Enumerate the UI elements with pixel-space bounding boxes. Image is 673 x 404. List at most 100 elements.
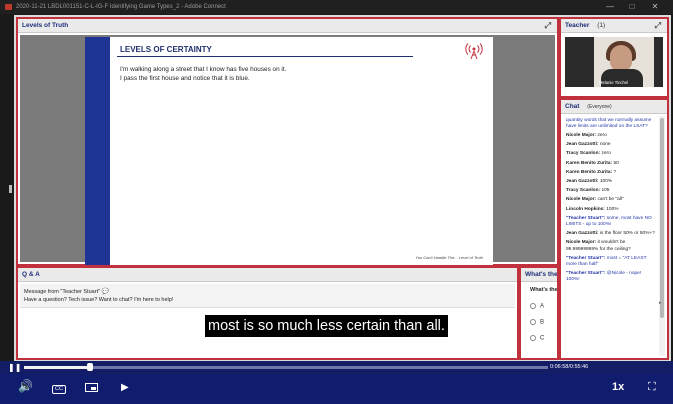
fullscreen-pod-icon[interactable]: ⤢ (545, 22, 551, 30)
poll-question: What's the (530, 287, 558, 293)
chat-pod-header: Chat (Everyone) (561, 100, 667, 114)
chat-message: Jean Gazzotti: is the floor 50% or 50%+? (563, 230, 658, 239)
scroll-arrow-icon[interactable]: ▸ (659, 300, 662, 306)
chat-author: Karen Benito Zurita: (566, 160, 614, 166)
maximize-icon[interactable]: □ (622, 0, 642, 14)
poll-option[interactable]: B (530, 319, 544, 326)
chat-pod: Chat (Everyone) quantity words that we n… (559, 98, 669, 360)
fullscreen-pod-icon[interactable]: ⤢ (655, 22, 661, 30)
chat-author: "Teacher Stuart": (566, 215, 607, 221)
chat-message: "Teacher Stuart": @Nicole - nope! 100%! (563, 270, 658, 285)
share-pod-title: Levels of Truth (22, 22, 69, 29)
chat-message: Lincoln Hopkins: 100% (563, 205, 658, 214)
window-titlebar: 2020-11-21 LBDL001151-C-L-IG-F Identifyi… (0, 0, 673, 14)
chat-text: zero (601, 151, 611, 157)
qa-message-from: Message from "Teacher Stuart" 💬 (24, 289, 110, 295)
window-title: 2020-11-21 LBDL001151-C-L-IG-F Identifyi… (16, 4, 226, 10)
qa-message-text: Have a question? Tech issue? Want to cha… (24, 297, 174, 303)
slide-body: I'm walking along a street that I know h… (120, 65, 286, 83)
share-pod: Levels of Truth ⤢ LEVELS OF CERTAINTY I'… (16, 17, 559, 266)
close-icon[interactable]: ✕ (645, 0, 665, 14)
chat-message: "Teacher Stuart": most = "AT LEAST more … (563, 254, 658, 269)
minimize-icon[interactable]: — (600, 0, 620, 14)
video-person-face (610, 45, 632, 71)
qa-pod-title: Q & A (22, 271, 40, 278)
qa-pod-header: Q & A (18, 268, 517, 282)
speech-bubble-icon: 💬 (101, 289, 110, 295)
slide-side-bar (85, 37, 110, 265)
chat-text: 100% (599, 178, 613, 184)
radio-button[interactable] (530, 335, 536, 341)
presentation-slide: LEVELS OF CERTAINTY I'm walking along a … (85, 37, 493, 265)
chat-message: Nicole Major: can't be "all" (563, 196, 658, 205)
closed-captions-icon[interactable]: CC (52, 383, 66, 394)
play-icon[interactable]: ▶ (121, 383, 129, 393)
chat-author: Karen Benito Zurita: (566, 169, 614, 175)
playback-time: 0:06:58/0:55:46 (550, 364, 589, 370)
picture-in-picture-icon[interactable] (85, 383, 98, 395)
chat-author: "Teacher Stuart": (566, 271, 607, 277)
radio-button[interactable] (530, 319, 536, 325)
chat-message: Nicole Major: it wouldn't be 99.99999999… (563, 239, 658, 254)
chat-author: Nicole Major: (566, 132, 598, 138)
chat-message: Tracy Scanlon: zero (563, 150, 658, 159)
chat-pod-title: Chat (565, 103, 580, 110)
poll-option[interactable]: C (530, 335, 544, 342)
chat-author: Tracy Scanlon: (566, 188, 602, 194)
chat-message: Tracy Scanlon: 105 (563, 187, 658, 196)
slide-heading: LEVELS OF CERTAINTY (120, 45, 212, 54)
fullscreen-icon[interactable]: ⛶ (648, 382, 656, 393)
chat-scrollbar[interactable]: ▸ (659, 116, 665, 356)
chat-text: zero (597, 132, 607, 138)
chat-message: Karen Benito Zurita: 50 (563, 159, 658, 168)
chat-message: Jean Gazzotti: 100% (563, 177, 658, 186)
qa-pod: Q & A Message from "Teacher Stuart" 💬 Ha… (16, 266, 519, 360)
radio-button[interactable] (530, 303, 536, 309)
meeting-layout: Levels of Truth ⤢ LEVELS OF CERTAINTY I'… (14, 15, 671, 361)
poll-option[interactable]: A (530, 303, 544, 310)
chat-text: is the floor 50% or 50%+? (599, 231, 655, 237)
slide-line: I'm walking along a street that I know h… (120, 66, 287, 73)
chat-message: Jean Gazzotti: none (563, 141, 658, 150)
volume-icon[interactable]: 🔊 (18, 380, 33, 392)
closed-caption: most is so much less certain than all. (205, 315, 448, 337)
playback-speed[interactable]: 1x (612, 382, 624, 393)
teacher-video: Melanie Tinchel (565, 37, 663, 87)
chat-author: Jean Gazzotti: (566, 231, 600, 237)
chat-author: Lincoln Hopkins: (566, 206, 607, 212)
side-panel-handle[interactable] (9, 185, 12, 193)
chat-text: 105 (601, 188, 610, 194)
slide-footer: You Can't Handle The... Level of Truth (415, 255, 483, 260)
share-pod-header: Levels of Truth ⤢ (18, 19, 557, 33)
chat-text: can't be "all" (597, 197, 624, 203)
poll-pod: What's the What's the A B C (519, 266, 559, 360)
chat-text: none (599, 142, 611, 148)
slide-heading-rule (117, 56, 413, 57)
poll-pod-header: What's the (521, 268, 557, 282)
teacher-pod: Teacher (1) ⤢ Melanie Tinchel (559, 17, 669, 98)
chat-author: Jean Gazzotti: (566, 178, 600, 184)
player-controls: 🔊 CC ▶ 1x ⛶ (0, 374, 673, 404)
chat-text: ? (613, 169, 617, 175)
chat-author: Nicole Major: (566, 240, 598, 246)
seek-thumb[interactable] (86, 363, 93, 371)
poll-pod-title: What's the (525, 271, 558, 278)
seek-progress (24, 366, 90, 369)
qa-welcome-message: Message from "Teacher Stuart" 💬 Have a q… (20, 284, 515, 308)
app-logo-icon (5, 4, 12, 10)
chat-text: quantity words that we normally assume h… (566, 117, 652, 129)
seek-track[interactable] (24, 366, 548, 369)
chat-scrollbar-thumb[interactable] (660, 118, 664, 318)
chat-text: 50 (613, 160, 619, 166)
chat-text: 100% (606, 206, 619, 212)
slide-line: I pass the first house and notice that i… (120, 75, 250, 82)
pause-icon[interactable]: ❚❚ (8, 363, 21, 373)
presenter-name: Melanie Tinchel (599, 80, 629, 85)
teacher-pod-title: Teacher (565, 22, 590, 29)
chat-author: Jean Gazzotti: (566, 142, 600, 148)
chat-author: "Teacher Stuart": (566, 255, 607, 261)
chat-message-list: quantity words that we normally assume h… (563, 116, 658, 356)
chat-message: "Teacher Stuart": some, most have NO LIM… (563, 214, 658, 229)
chat-scope[interactable]: (Everyone) (587, 104, 611, 110)
teacher-pod-header: Teacher (1) ⤢ (561, 19, 667, 33)
